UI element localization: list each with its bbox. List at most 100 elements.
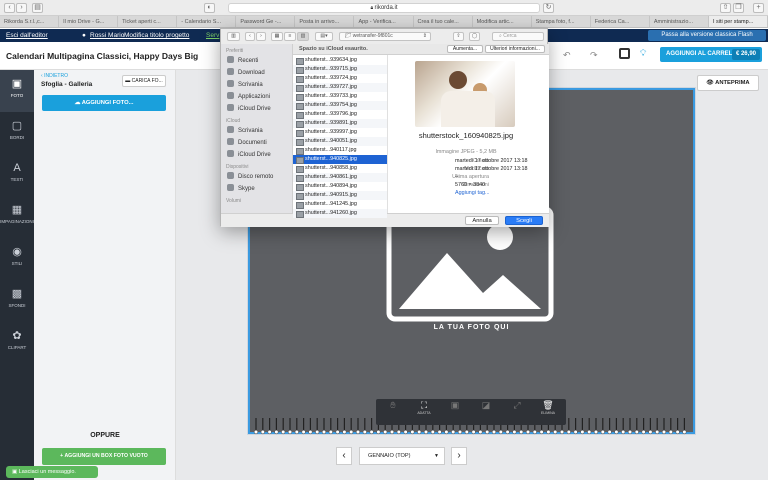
sidebar-item-sfondi[interactable]: ▩ SFONDI	[0, 280, 34, 322]
browser-tab[interactable]: Il mio Drive - G...	[59, 16, 119, 27]
browser-tab[interactable]: I siti per stamp...	[708, 16, 768, 27]
file-row[interactable]: shutterst...939997.jpg	[293, 128, 387, 137]
browser-tab[interactable]: Amministrazio...	[650, 16, 709, 27]
browser-tab[interactable]: Rikorda S.r.l.,c...	[0, 16, 60, 27]
browser-tab[interactable]: App - Verifica...	[354, 16, 414, 27]
sidebar-toggle-icon[interactable]: ▥	[227, 32, 240, 41]
sidebar-item-testi[interactable]: A TESTI	[0, 154, 34, 196]
pan-tool-button[interactable]: ✋︎	[378, 400, 408, 424]
browser-tab[interactable]: Modifica artic...	[473, 16, 532, 27]
file-row[interactable]: shutterst...939796.jpg	[293, 110, 387, 119]
sidebar-item-foto[interactable]: ▣ FOTO	[0, 70, 34, 112]
undo-icon[interactable]: ↶	[563, 50, 571, 61]
new-tab-button[interactable]: +	[753, 3, 764, 13]
file-row[interactable]: shutterst...941260.jpg	[293, 209, 387, 218]
file-row[interactable]: shutterst...940825.jpg	[293, 155, 387, 164]
file-row[interactable]: shutterst...940915.jpg	[293, 191, 387, 200]
sidebar-location[interactable]: Documenti	[227, 138, 267, 146]
sidebar-location[interactable]: iCloud Drive	[227, 150, 271, 158]
load-photos-button[interactable]: ▬ CARICA FO...	[122, 75, 166, 87]
search-field[interactable]: ⌕ Cerca	[492, 32, 544, 41]
privacy-icon[interactable]: ◐	[204, 3, 215, 13]
sidebar-location[interactable]: Recenti	[227, 56, 258, 64]
flip-tool-button[interactable]: ◪	[471, 400, 501, 424]
file-row[interactable]: shutterst...939754.jpg	[293, 101, 387, 110]
preview-button[interactable]: 👁︎ ANTEPRIMA	[697, 75, 759, 91]
expand-tool-button[interactable]: ⤢	[502, 400, 532, 424]
file-row[interactable]: shutterst...940858.jpg	[293, 164, 387, 173]
prev-page-button[interactable]: ‹	[336, 447, 352, 465]
url-bar[interactable]: 🔒︎ rikorda.it	[228, 3, 540, 13]
redo-icon[interactable]: ↷	[590, 50, 598, 61]
tag-icon[interactable]: ◯	[469, 32, 480, 41]
list-view-button[interactable]: ≡	[284, 32, 296, 41]
sidebar-location[interactable]: Scrivania	[227, 80, 263, 88]
add-photos-button[interactable]: ☁︎ AGGIUNGI FOTO...	[42, 95, 166, 111]
add-tag-link[interactable]: Aggiungi tag...	[455, 190, 489, 196]
file-row[interactable]: shutterst...939715.jpg	[293, 65, 387, 74]
sidebar-item-impaginazioni[interactable]: ▦ IMPAGINAZIONI	[0, 196, 34, 238]
column-view-button[interactable]: ▥	[297, 32, 309, 41]
file-row[interactable]: shutterst...940117.jpg	[293, 146, 387, 155]
sidebar-location[interactable]: Skype	[227, 184, 255, 192]
browser-tab[interactable]: Crea il tuo cale...	[414, 16, 473, 27]
increase-button[interactable]: Aumenta...	[447, 45, 483, 53]
choose-button[interactable]: Scegli	[505, 216, 543, 225]
browser-tab[interactable]: - Calendario S...	[177, 16, 237, 27]
gallery-view-button[interactable]: ▤▾	[315, 32, 333, 41]
browser-tab[interactable]: Password Ge -...	[236, 16, 296, 27]
sidebar-item-stili[interactable]: ◉ STILI	[0, 238, 34, 280]
folder-name: wetransfer-9f801c	[352, 33, 393, 39]
add-empty-box-button[interactable]: + AGGIUNGI UN BOX FOTO VUOTO	[42, 448, 166, 465]
sidebar-toggle-button[interactable]: ▤	[32, 3, 43, 13]
trash-tool-button[interactable]: 🗑︎ ELIMINA	[533, 400, 563, 424]
browser-tab[interactable]: Stampa foto, f...	[532, 16, 591, 27]
rotate-tool-button[interactable]: ▣	[440, 400, 470, 424]
file-row[interactable]: shutterst...940894.jpg	[293, 182, 387, 191]
file-row[interactable]: shutterst...939634.jpg	[293, 56, 387, 65]
share-button[interactable]: ⇧	[720, 3, 731, 13]
forward-button[interactable]: ›	[16, 3, 27, 13]
sidebar-item-clipart[interactable]: ✿ CLIPART	[0, 322, 34, 364]
sidebar-location[interactable]: Disco remoto	[227, 172, 273, 180]
sidebar-item-bordi[interactable]: ▢ BORDI	[0, 112, 34, 154]
save-icon[interactable]	[619, 48, 630, 59]
rename-project-link[interactable]: Modifica titolo progetto	[124, 32, 189, 39]
browser-tab[interactable]: Ticket aperti c...	[118, 16, 178, 27]
file-row[interactable]: shutterst...941245.jpg	[293, 200, 387, 209]
flash-version-button[interactable]: Passa alla versione classica Flash	[648, 30, 766, 41]
sidebar-location[interactable]: Scrivania	[227, 126, 263, 134]
fit-tool-button[interactable]: ⛶ ADATTA	[409, 400, 439, 424]
sidebar-location[interactable]: Download	[227, 68, 265, 76]
dialog-back-button[interactable]: ‹	[245, 32, 255, 41]
chat-widget[interactable]: ▣ Lasciaci un messaggio.	[6, 466, 98, 478]
column-divider	[387, 55, 388, 213]
reload-button[interactable]: ↻	[543, 3, 554, 13]
back-button[interactable]: ‹	[4, 3, 15, 13]
help-icon[interactable]: 💡︎	[640, 48, 646, 59]
browser-tab[interactable]: Posta in arrivo...	[295, 16, 355, 27]
file-row[interactable]: shutterst...939733.jpg	[293, 92, 387, 101]
file-row[interactable]: shutterst...940861.jpg	[293, 173, 387, 182]
file-row[interactable]: shutterst...939727.jpg	[293, 83, 387, 92]
sidebar-location[interactable]: iCloud Drive	[227, 104, 271, 112]
sidebar-location[interactable]: Applicazioni	[227, 92, 270, 100]
cancel-button[interactable]: Annulla	[465, 216, 499, 225]
add-to-cart-button[interactable]: AGGIUNGI AL CARRELLO € 26,90	[660, 47, 762, 62]
user-name[interactable]: Rossi Mario	[90, 32, 124, 39]
share-icon[interactable]: ⇧	[453, 32, 464, 41]
file-row[interactable]: shutterst...939724.jpg	[293, 74, 387, 83]
month-select[interactable]: GENNAIO (TOP) ▼	[359, 447, 445, 465]
back-link[interactable]: ‹ INDIETRO	[41, 73, 68, 79]
services-link[interactable]: Serv	[206, 32, 219, 39]
file-row[interactable]: shutterst...940051.jpg	[293, 137, 387, 146]
next-page-button[interactable]: ›	[451, 447, 467, 465]
icon-view-button[interactable]: ▦	[271, 32, 283, 41]
more-info-button[interactable]: Ulteriori informazioni...	[485, 45, 545, 53]
browser-tab[interactable]: Federica Ca...	[591, 16, 650, 27]
exit-editor-link[interactable]: Esci dall'editor	[6, 32, 48, 39]
tabs-overview-button[interactable]: ❐	[733, 3, 744, 13]
dialog-forward-button[interactable]: ›	[256, 32, 266, 41]
file-row[interactable]: shutterst...939891.jpg	[293, 119, 387, 128]
folder-select[interactable]: 📁︎ wetransfer-9f801c ⇕	[339, 32, 431, 41]
